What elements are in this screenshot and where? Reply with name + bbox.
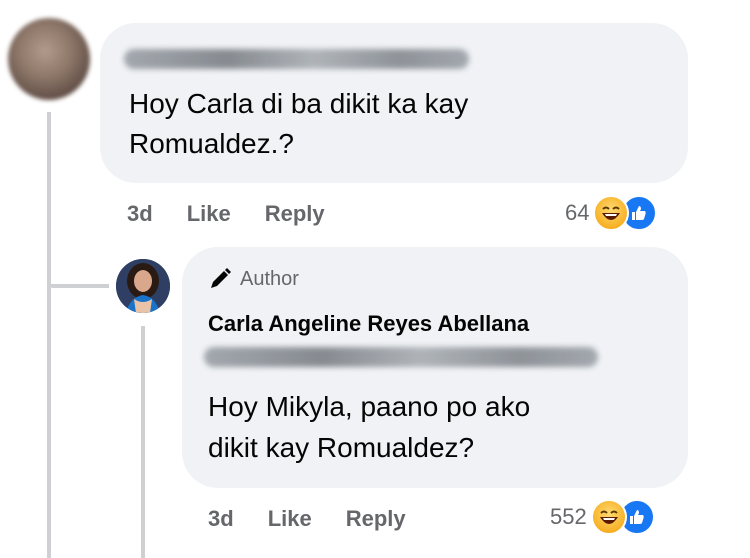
reply-button[interactable]: Reply [265, 201, 325, 227]
comment-bubble: Hoy Carla di ba dikit ka kay Romualdez.? [100, 23, 688, 183]
reaction-count: 64 [565, 200, 590, 225]
reply-time[interactable]: 3d [208, 506, 234, 532]
comment-text-line2: Romualdez.? [129, 128, 294, 159]
avatar[interactable] [8, 18, 90, 100]
reply-reactions[interactable]: 552 [550, 499, 655, 535]
reply-reaction-count: 552 [550, 504, 587, 529]
pencil-icon [211, 268, 231, 288]
reply-author-name[interactable]: Carla Angeline Reyes Abellana [208, 311, 529, 337]
comment-reactions[interactable]: 64 [565, 195, 658, 231]
comment-actions: 3d Like Reply [127, 201, 325, 227]
reply-bubble: Author Carla Angeline Reyes Abellana Hoy… [182, 247, 688, 488]
haha-reaction-icon [590, 499, 627, 535]
comment-text-line1: Hoy Carla di ba dikit ka kay [129, 88, 469, 119]
reply-text-line1: Hoy Mikyla, paano po ako [208, 391, 531, 422]
author-badge-label: Author [240, 267, 299, 290]
author-badge: Author [208, 267, 299, 291]
reply-reply-button[interactable]: Reply [346, 506, 406, 532]
haha-reaction-icon [593, 195, 630, 231]
commenter-name-redacted [124, 49, 469, 69]
reply-like-button[interactable]: Like [268, 506, 312, 532]
reply-actions: 3d Like Reply [208, 506, 406, 532]
tagged-name-redacted [204, 347, 598, 367]
thread-line-branch [49, 284, 109, 288]
like-button[interactable]: Like [187, 201, 231, 227]
reply-text-line2: dikit kay Romualdez? [208, 432, 475, 463]
thread-line-main [47, 112, 51, 558]
comment-time[interactable]: 3d [127, 201, 153, 227]
author-avatar[interactable] [116, 259, 170, 313]
thread-line-reply [141, 326, 145, 558]
